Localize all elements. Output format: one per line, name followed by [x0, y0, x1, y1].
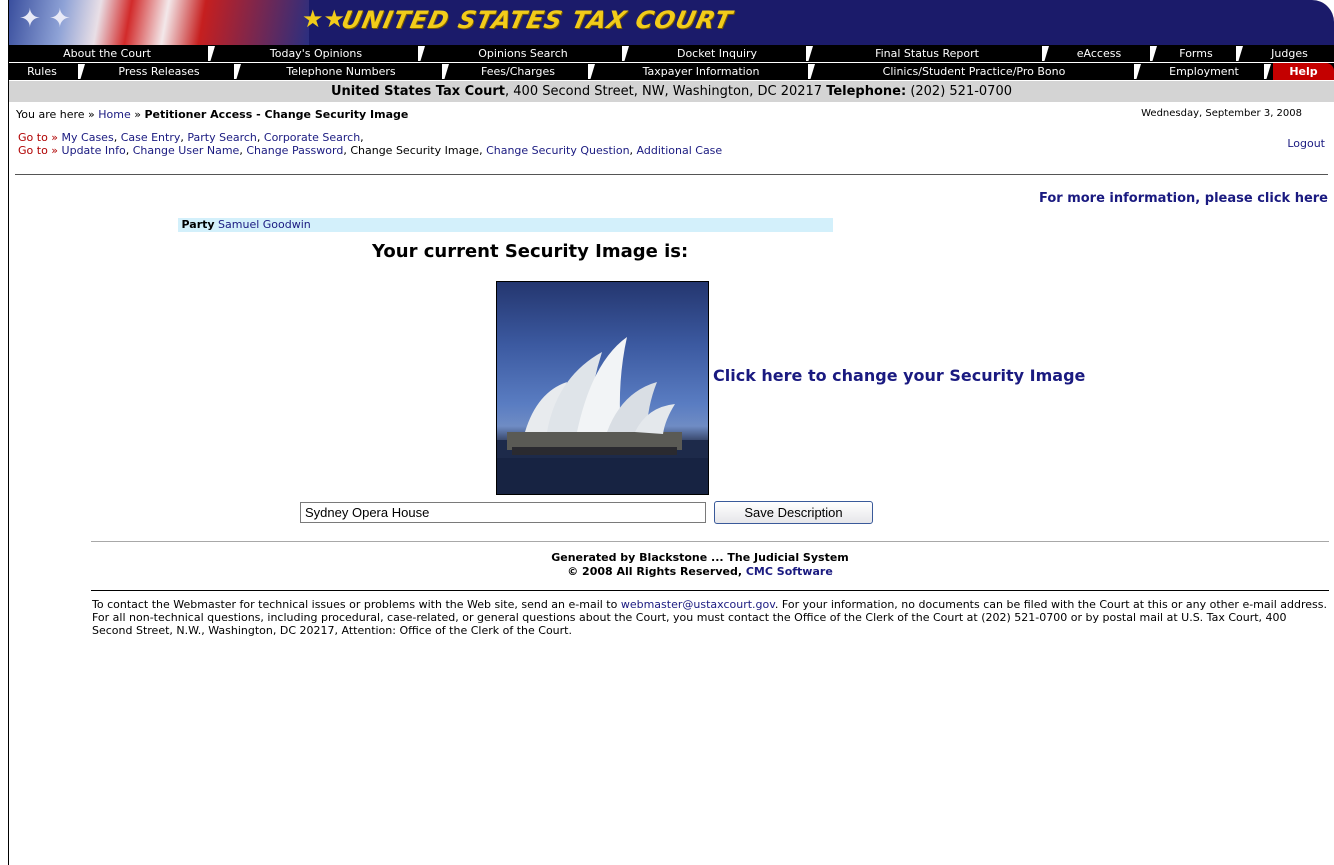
link-case-entry[interactable]: Case Entry	[121, 131, 181, 144]
nav-eaccess[interactable]: eAccess	[1051, 45, 1147, 62]
goto-label: Go to »	[18, 131, 59, 144]
divider	[91, 541, 1329, 542]
party-bar: Party Samuel Goodwin	[178, 218, 833, 232]
site-title: UNITED STATES TAX COURT	[339, 6, 736, 34]
nav-separator	[205, 45, 217, 62]
link-corporate-search[interactable]: Corporate Search	[264, 131, 360, 144]
court-name: United States Tax Court	[331, 84, 506, 99]
breadcrumb: You are here » Home » Petitioner Access …	[16, 108, 408, 121]
nav-todays-opinions[interactable]: Today's Opinions	[217, 45, 415, 62]
breadcrumb-current: Petitioner Access - Change Security Imag…	[144, 108, 409, 121]
security-image-description-input[interactable]	[300, 502, 706, 523]
breadcrumb-separator: »	[134, 108, 141, 121]
current-date: Wednesday, September 3, 2008	[1141, 108, 1302, 119]
breadcrumb-prefix: You are here »	[16, 108, 95, 121]
security-image-heading: Your current Security Image is:	[372, 241, 689, 262]
nav-telephone-numbers[interactable]: Telephone Numbers	[243, 63, 439, 80]
flag-star-icon: ✦	[49, 4, 71, 34]
party-name-link[interactable]: Samuel Goodwin	[218, 218, 311, 231]
stars-icon: ★★	[302, 5, 346, 33]
logout-link[interactable]: Logout	[1287, 137, 1325, 150]
divider	[91, 590, 1329, 591]
goto-row-2: Go to » Update Info, Change User Name, C…	[18, 144, 723, 157]
nav-separator	[585, 63, 597, 80]
webmaster-email-link[interactable]: webmaster@ustaxcourt.gov	[621, 598, 775, 611]
nav-docket-inquiry[interactable]: Docket Inquiry	[631, 45, 803, 62]
link-change-security-question[interactable]: Change Security Question	[486, 144, 629, 157]
party-label: Party	[181, 218, 215, 231]
goto-row-1: Go to » My Cases, Case Entry, Party Sear…	[18, 131, 364, 144]
change-security-image-link[interactable]: Click here to change your Security Image	[713, 366, 1085, 385]
nav-row-secondary: Rules Press Releases Telephone Numbers F…	[9, 63, 1334, 80]
link-party-search[interactable]: Party Search	[187, 131, 257, 144]
court-address-bar: United States Tax Court, 400 Second Stre…	[9, 81, 1334, 102]
site-banner: ✦ ✦ ★★ UNITED STATES TAX COURT	[9, 0, 1334, 45]
copyright-line: © 2008 All Rights Reserved, CMC Software	[33, 565, 1334, 578]
cmc-software-link[interactable]: CMC Software	[746, 565, 833, 578]
nav-employment[interactable]: Employment	[1143, 63, 1265, 80]
nav-separator	[1039, 45, 1051, 62]
nav-separator	[619, 45, 631, 62]
nav-separator	[1261, 63, 1273, 80]
nav-opinions-search[interactable]: Opinions Search	[427, 45, 619, 62]
nav-press-releases[interactable]: Press Releases	[87, 63, 231, 80]
link-additional-case[interactable]: Additional Case	[637, 144, 723, 157]
contact-notice: To contact the Webmaster for technical i…	[92, 598, 1328, 637]
nav-clinics[interactable]: Clinics/Student Practice/Pro Bono	[817, 63, 1131, 80]
nav-fees-charges[interactable]: Fees/Charges	[451, 63, 585, 80]
nav-separator	[1131, 63, 1143, 80]
link-change-user-name[interactable]: Change User Name	[133, 144, 240, 157]
nav-rules[interactable]: Rules	[9, 63, 75, 80]
goto-label: Go to »	[18, 144, 59, 157]
nav-separator	[803, 45, 815, 62]
link-change-password[interactable]: Change Password	[246, 144, 343, 157]
more-info-link[interactable]: For more information, please click here	[1039, 191, 1328, 206]
contact-text-1: To contact the Webmaster for technical i…	[92, 598, 621, 611]
nav-separator	[439, 63, 451, 80]
nav-judges[interactable]: Judges	[1245, 45, 1334, 62]
breadcrumb-home-link[interactable]: Home	[98, 108, 130, 121]
flag-star-icon: ✦	[19, 4, 41, 34]
generated-by-text: Generated by Blackstone ... The Judicial…	[551, 551, 849, 564]
divider	[15, 174, 1328, 175]
nav-final-status-report[interactable]: Final Status Report	[815, 45, 1039, 62]
opera-house-icon	[497, 337, 708, 494]
nav-separator	[805, 63, 817, 80]
security-image	[496, 281, 709, 495]
copyright-text: © 2008 All Rights Reserved,	[567, 565, 743, 578]
court-phone: (202) 521-0700	[906, 84, 1012, 99]
save-description-button[interactable]: Save Description	[714, 501, 873, 524]
link-my-cases[interactable]: My Cases	[62, 131, 114, 144]
nav-forms[interactable]: Forms	[1159, 45, 1233, 62]
link-update-info[interactable]: Update Info	[62, 144, 126, 157]
nav-help[interactable]: Help	[1273, 63, 1334, 80]
nav-row-primary: About the Court Today's Opinions Opinion…	[9, 45, 1334, 62]
left-frame-border	[8, 0, 9, 865]
nav-separator	[231, 63, 243, 80]
nav-separator	[1147, 45, 1159, 62]
nav-separator	[1233, 45, 1245, 62]
court-street: , 400 Second Street, NW, Washington, DC …	[505, 84, 827, 99]
nav-separator	[415, 45, 427, 62]
current-page-label: Change Security Image	[350, 144, 480, 157]
nav-separator	[75, 63, 87, 80]
nav-taxpayer-information[interactable]: Taxpayer Information	[597, 63, 805, 80]
nav-about-the-court[interactable]: About the Court	[9, 45, 205, 62]
phone-label: Telephone:	[826, 84, 907, 99]
